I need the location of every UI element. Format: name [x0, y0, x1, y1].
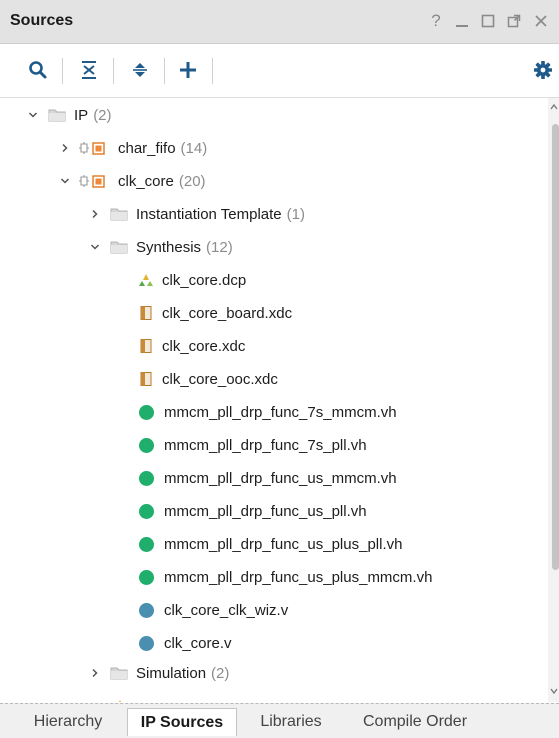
verilog-header-icon	[139, 437, 154, 453]
verilog-header-icon	[139, 470, 154, 486]
toolbar-separator	[113, 58, 114, 84]
tree-node-label: mmcm_pll_drp_func_7s_pll.vh	[164, 436, 367, 454]
tree-file-clk-core-board-xdc[interactable]: clk_core_board.xdc	[0, 297, 548, 329]
tree-node-count: (2)	[211, 664, 230, 682]
tree-file-clk-core-xdc[interactable]: clk_core.xdc	[0, 330, 548, 362]
verilog-header-icon	[139, 536, 154, 552]
scroll-down-arrow-icon[interactable]	[549, 684, 559, 696]
tree-node-label: clk_core.xdc	[162, 337, 246, 355]
tree-node-count: (1)	[286, 205, 305, 223]
tree-node-label: IP	[74, 106, 89, 124]
tree-file-vh[interactable]: mmcm_pll_drp_func_us_pll.vh	[0, 495, 548, 527]
tree-node-char-fifo[interactable]: char_fifo (14)	[0, 132, 548, 164]
chevron-right-icon[interactable]	[88, 666, 102, 680]
add-icon[interactable]	[172, 54, 204, 86]
minimize-icon[interactable]	[452, 10, 472, 32]
tree-node-count: (12)	[206, 238, 233, 256]
tab-libraries[interactable]: Libraries	[248, 708, 334, 736]
tree-node-label: clk_core_board.xdc	[162, 304, 293, 322]
tree-node-count: (2)	[93, 106, 112, 124]
tree-node-label: mmcm_pll_drp_func_us_plus_mmcm.vh	[164, 568, 433, 586]
tree-file-clk-core-ooc-xdc[interactable]: clk_core_ooc.xdc	[0, 363, 548, 395]
tree-node-synthesis[interactable]: Synthesis (12)	[0, 231, 548, 263]
constraints-file-icon	[138, 371, 154, 387]
tree-node-label: mmcm_pll_drp_func_us_pll.vh	[164, 502, 367, 520]
tab-ip-sources[interactable]: IP Sources	[127, 708, 237, 736]
sources-tree: IP (2) char_fifo (14) clk_core (20) Inst…	[0, 98, 548, 702]
chevron-right-icon[interactable]	[88, 207, 102, 221]
chevron-down-icon[interactable]	[88, 240, 102, 254]
folder-icon	[110, 207, 128, 221]
verilog-header-icon	[139, 404, 154, 420]
tab-hierarchy[interactable]: Hierarchy	[22, 708, 114, 736]
search-icon[interactable]	[22, 54, 54, 86]
tree-node-count: (20)	[178, 172, 206, 190]
tree-node-label: Instantiation Template	[136, 205, 282, 223]
tree-node-label: clk_core.v	[164, 634, 232, 652]
chevron-down-icon[interactable]	[26, 108, 40, 122]
scroll-up-arrow-icon[interactable]	[549, 100, 559, 112]
tree-node-label: clk_core_clk_wiz.v	[164, 601, 289, 619]
help-button[interactable]: ?	[426, 10, 446, 32]
tree-file-vh[interactable]: mmcm_pll_drp_func_us_plus_mmcm.vh	[0, 561, 548, 593]
dcp-file-icon	[138, 272, 154, 288]
panel-title-bar: Sources ?	[0, 0, 559, 44]
constraints-file-icon	[138, 305, 154, 321]
float-icon[interactable]	[504, 10, 524, 32]
tree-file-vh[interactable]: mmcm_pll_drp_func_7s_pll.vh	[0, 429, 548, 461]
tree-node-label: Simulation	[136, 664, 207, 682]
tree-node-label: clk_core	[118, 172, 174, 190]
tree-file-vh[interactable]: mmcm_pll_drp_func_us_plus_pll.vh	[0, 528, 548, 560]
sources-toolbar	[0, 44, 559, 98]
tree-file-clk-core-dcp[interactable]: clk_core.dcp	[0, 264, 548, 296]
chevron-down-icon[interactable]	[58, 174, 72, 188]
tree-file-vh[interactable]: mmcm_pll_drp_func_7s_mmcm.vh	[0, 396, 548, 428]
panel-title: Sources	[10, 12, 74, 29]
toolbar-separator	[212, 58, 213, 84]
tree-file-v[interactable]: clk_core.v	[0, 627, 548, 659]
collapse-all-icon[interactable]	[73, 54, 105, 86]
gear-icon[interactable]	[527, 54, 559, 86]
tree-node-label: mmcm_pll_drp_func_us_plus_pll.vh	[164, 535, 403, 553]
tree-node-label: mmcm_pll_drp_func_7s_mmcm.vh	[164, 403, 397, 421]
tree-node-simulation[interactable]: Simulation (2)	[0, 657, 548, 689]
folder-icon	[110, 240, 128, 254]
tree-node-label: clk_core.dcp	[162, 271, 247, 289]
constraints-file-icon	[138, 338, 154, 354]
dcp-file-icon	[112, 698, 128, 702]
tree-node-label: Synthesis	[136, 238, 202, 256]
toolbar-separator	[62, 58, 63, 84]
verilog-header-icon	[139, 569, 154, 585]
tree-node-count: (14)	[180, 139, 208, 157]
tree-node-label: mmcm_pll_drp_func_us_mmcm.vh	[164, 469, 397, 487]
tree-node-instantiation-template[interactable]: Instantiation Template (1)	[0, 198, 548, 230]
maximize-icon[interactable]	[478, 10, 498, 32]
tree-node-partial	[0, 690, 548, 702]
tree-node-ip[interactable]: IP (2)	[0, 99, 548, 131]
sources-view-tabs: Hierarchy IP Sources Libraries Compile O…	[0, 703, 559, 738]
folder-icon	[110, 666, 128, 680]
ip-core-icon	[78, 140, 110, 156]
close-icon[interactable]	[531, 10, 551, 32]
toolbar-separator	[164, 58, 165, 84]
tree-node-label: clk_core_ooc.xdc	[162, 370, 278, 388]
verilog-header-icon	[139, 503, 154, 519]
scrollbar-thumb[interactable]	[552, 124, 559, 570]
tree-file-v[interactable]: clk_core_clk_wiz.v	[0, 594, 548, 626]
verilog-file-icon	[139, 635, 154, 651]
verilog-file-icon	[139, 602, 154, 618]
tree-node-clk-core[interactable]: clk_core (20)	[0, 165, 548, 197]
chevron-right-icon[interactable]	[58, 141, 72, 155]
tab-compile-order[interactable]: Compile Order	[348, 708, 482, 736]
tree-node-label: char_fifo	[118, 139, 176, 157]
folder-icon	[48, 108, 66, 122]
expand-all-icon[interactable]	[124, 54, 156, 86]
tree-file-vh[interactable]: mmcm_pll_drp_func_us_mmcm.vh	[0, 462, 548, 494]
ip-core-icon	[78, 173, 110, 189]
